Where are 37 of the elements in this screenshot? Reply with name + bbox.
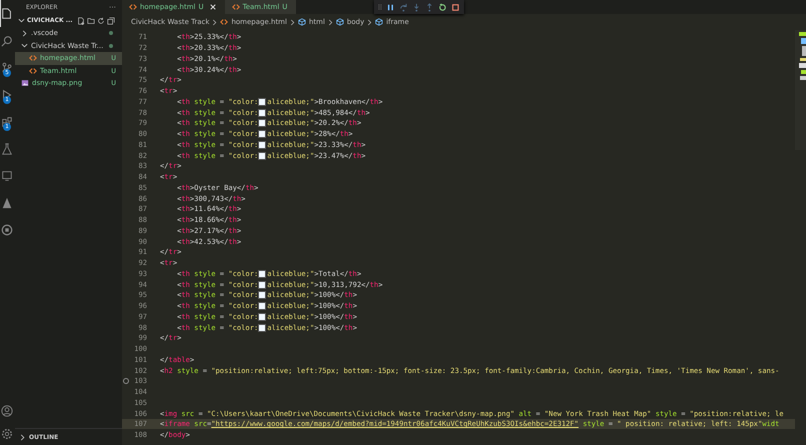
chevron-icon bbox=[18, 17, 25, 24]
new-file-icon[interactable] bbox=[76, 16, 85, 24]
files-icon[interactable] bbox=[1, 8, 13, 20]
restart-icon[interactable] bbox=[438, 2, 448, 12]
code-file-icon bbox=[220, 18, 228, 26]
account-icon[interactable] bbox=[1, 404, 13, 416]
close-icon[interactable] bbox=[210, 4, 216, 10]
pause-icon[interactable] bbox=[386, 2, 396, 12]
chevron-icon bbox=[290, 18, 295, 26]
chevron-icon bbox=[367, 18, 372, 26]
code-file-icon bbox=[29, 66, 37, 75]
search-icon[interactable] bbox=[1, 34, 13, 46]
code-file-icon bbox=[129, 3, 137, 11]
monitor-icon[interactable] bbox=[1, 170, 13, 182]
image-file-icon bbox=[21, 79, 29, 88]
new-folder-icon[interactable] bbox=[86, 16, 95, 24]
extensions-icon[interactable] bbox=[1, 116, 13, 128]
step-into-icon[interactable] bbox=[412, 2, 422, 12]
cube-icon bbox=[336, 18, 344, 26]
collapse-icon[interactable] bbox=[106, 16, 115, 24]
settings-icon[interactable] bbox=[1, 428, 13, 440]
step-out-icon[interactable] bbox=[425, 2, 434, 12]
chevron-icon bbox=[19, 434, 26, 440]
cube-icon bbox=[298, 18, 306, 26]
chat-icon[interactable] bbox=[1, 224, 13, 236]
minimap-drawing[interactable] bbox=[795, 30, 806, 150]
code-file-icon bbox=[29, 54, 37, 62]
refresh-icon[interactable] bbox=[96, 16, 105, 24]
chevron-icon bbox=[328, 18, 333, 26]
chevron-icon bbox=[212, 18, 218, 26]
flask-icon[interactable] bbox=[1, 142, 13, 154]
step-over-icon[interactable] bbox=[399, 2, 408, 12]
cube-icon bbox=[375, 18, 384, 26]
code-file-icon bbox=[232, 3, 240, 11]
triangle-icon[interactable] bbox=[1, 196, 13, 208]
stop-icon[interactable] bbox=[451, 2, 460, 12]
run-debug-icon[interactable] bbox=[1, 88, 13, 100]
